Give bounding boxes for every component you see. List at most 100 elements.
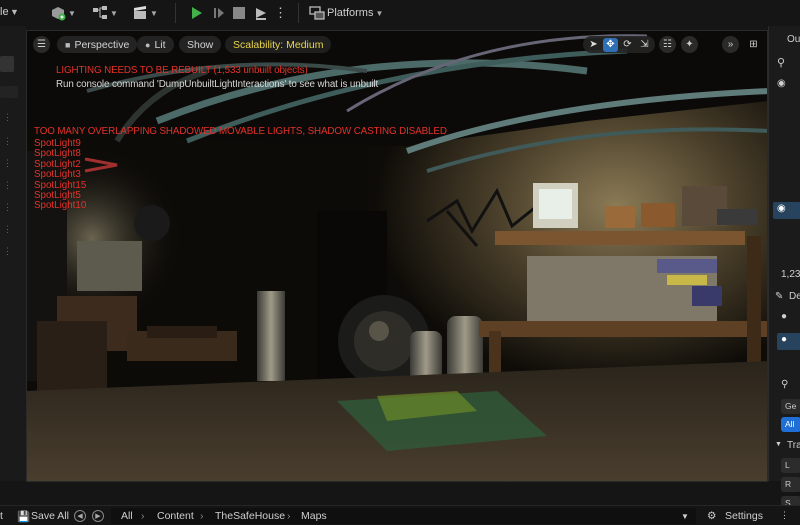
content-drawer-label[interactable]: t: [0, 510, 3, 522]
content-path-bar: [111, 508, 696, 524]
left-side-panel: ⋮ ⋮ ⋮ ⋮ ⋮ ⋮ ⋮: [0, 26, 26, 481]
breadcrumb-item[interactable]: TheSafeHouse: [215, 510, 285, 522]
spotlight-component-icon: ●: [781, 334, 788, 345]
save-icon[interactable]: 💾: [17, 510, 30, 523]
stop-button[interactable]: [232, 4, 246, 22]
drag-handle-icon[interactable]: ⋮: [3, 159, 13, 174]
save-all-button[interactable]: Save All: [31, 510, 69, 522]
location-row[interactable]: L: [781, 458, 800, 473]
details-tab-label[interactable]: De: [789, 291, 800, 302]
perspective-label: Perspective: [74, 38, 130, 51]
lit-sphere-icon: ●: [145, 39, 151, 50]
lighting-rebuild-warning: LIGHTING NEEDS TO BE REBUILT (1,533 unbu…: [56, 65, 308, 76]
blueprints-button[interactable]: ▼: [92, 4, 118, 22]
move-arrows-icon[interactable]: ✥: [603, 37, 618, 52]
actor-count-label: 1,23: [781, 269, 800, 280]
outliner-tab-label[interactable]: Ou: [787, 34, 800, 45]
eject-icon: [256, 8, 266, 20]
general-filter-button[interactable]: Ge: [781, 399, 800, 414]
visibility-eye-icon[interactable]: ◉: [777, 203, 786, 214]
show-label: Show: [187, 38, 214, 51]
transform-section-label[interactable]: Tra: [787, 440, 800, 451]
play-options-button[interactable]: ⋮: [274, 4, 287, 22]
show-flags-button[interactable]: Show: [179, 36, 222, 53]
hamburger-menu-icon: ☰: [37, 39, 46, 50]
drag-handle-icon[interactable]: ⋮: [3, 225, 13, 240]
transform-tools: ➤ ✥ ⟳ ⇲: [583, 36, 655, 53]
expand-toolbar-button[interactable]: »: [722, 36, 739, 53]
search-icon[interactable]: ⚲: [777, 56, 785, 69]
console-command-hint: Run console command 'DumpUnbuiltLightInt…: [56, 79, 379, 90]
viewport-menu-button[interactable]: ☰: [33, 36, 50, 53]
drag-handle-icon[interactable]: ⋮: [3, 203, 13, 218]
perspective-button[interactable]: ■ Perspective: [57, 36, 138, 53]
breadcrumb-item[interactable]: Content: [157, 510, 194, 522]
pencil-icon: ✎: [775, 291, 784, 302]
cube-icon: ■: [65, 39, 71, 50]
all-filter-button[interactable]: All: [781, 417, 800, 432]
globe-icon: ☷: [663, 39, 672, 50]
layout-grid-icon: ⊞: [749, 39, 758, 50]
chevron-down-icon[interactable]: ▼: [10, 7, 19, 17]
stop-icon: [233, 7, 245, 19]
chevron-down-icon[interactable]: ▼: [775, 441, 782, 448]
platforms-label: Platforms: [327, 7, 374, 19]
light-bulb-icon: ●: [781, 311, 788, 322]
breadcrumb-item[interactable]: Maps: [301, 510, 327, 522]
search-icon[interactable]: ⚲: [781, 379, 788, 390]
spot-light-item: SpotLight10: [34, 200, 87, 212]
viewport-layout-button[interactable]: ⊞: [745, 36, 762, 53]
platforms-button[interactable]: Platforms ▼: [309, 4, 383, 22]
lit-label: Lit: [154, 38, 166, 51]
search-field-stub[interactable]: [0, 56, 14, 72]
level-viewport[interactable]: ☰ ■ Perspective ● Lit Show Scalability: …: [26, 30, 768, 482]
eye-icon[interactable]: ◉: [777, 78, 786, 89]
rotation-row[interactable]: R: [781, 477, 800, 492]
world-local-toggle[interactable]: ☷: [659, 36, 676, 53]
blueprint-nodes-icon: [93, 6, 107, 19]
drag-handle-icon[interactable]: ⋮: [3, 113, 13, 128]
play-button[interactable]: [189, 4, 205, 22]
double-chevron-right-icon: »: [727, 39, 734, 50]
more-vertical-icon: ⋮: [274, 5, 287, 20]
rotate-icon[interactable]: ⟳: [620, 38, 635, 52]
add-content-button[interactable]: ▼: [50, 4, 76, 22]
right-side-panel: Ou ⚲ ◉ ◉ 1,23 ✎ De ● ● ⚲ Ge All ▼ Tra L …: [768, 26, 800, 511]
spot-light-list: SpotLight9 SpotLight8 SpotLight2 SpotLig…: [34, 138, 87, 212]
select-cursor-icon[interactable]: ➤: [586, 38, 601, 52]
panel-row: [0, 86, 18, 98]
resize-handle-icon[interactable]: ⋮: [780, 510, 789, 521]
toolbar-divider: [298, 3, 299, 23]
shadow-lights-warning: TOO MANY OVERLAPPING SHADOWED MOVABLE LI…: [34, 126, 447, 137]
viewport-scene-render: [27, 31, 767, 481]
chevron-down-icon: ▼: [375, 8, 384, 18]
add-cube-icon: [52, 7, 66, 21]
play-icon: [192, 7, 202, 19]
breadcrumb-separator-icon: ›: [141, 510, 145, 522]
surface-snap-button[interactable]: ✦: [681, 36, 698, 53]
history-back-icon[interactable]: ◀: [74, 510, 86, 522]
chevron-down-icon: ▼: [150, 8, 158, 18]
history-forward-icon[interactable]: ▶: [92, 510, 104, 522]
drag-handle-icon[interactable]: ⋮: [3, 181, 13, 196]
toolbar-divider: [175, 3, 176, 23]
drag-handle-icon[interactable]: ⋮: [3, 247, 13, 262]
lit-view-mode-button[interactable]: ● Lit: [137, 36, 174, 53]
cinematics-button[interactable]: ▼: [132, 4, 158, 22]
breadcrumb-separator-icon: ›: [200, 510, 204, 522]
chevron-down-icon[interactable]: ▼: [681, 512, 689, 521]
mode-dropdown-label[interactable]: le: [0, 6, 9, 18]
chevron-down-icon: ▼: [68, 8, 76, 18]
chevron-down-icon: ▼: [110, 8, 118, 18]
scalability-button[interactable]: Scalability: Medium: [225, 36, 332, 53]
breadcrumb-item[interactable]: All: [121, 510, 133, 522]
platforms-icon: [309, 6, 325, 20]
gear-icon[interactable]: ⚙: [707, 510, 716, 522]
drag-handle-icon[interactable]: ⋮: [3, 137, 13, 152]
snap-icon: ✦: [685, 39, 694, 50]
scale-icon[interactable]: ⇲: [637, 38, 652, 52]
settings-button[interactable]: Settings: [725, 510, 763, 522]
advance-frame-button[interactable]: [211, 4, 227, 22]
viewport-toolbar: ☰ ■ Perspective ● Lit Show Scalability: …: [27, 31, 767, 59]
eject-button[interactable]: [253, 4, 269, 22]
